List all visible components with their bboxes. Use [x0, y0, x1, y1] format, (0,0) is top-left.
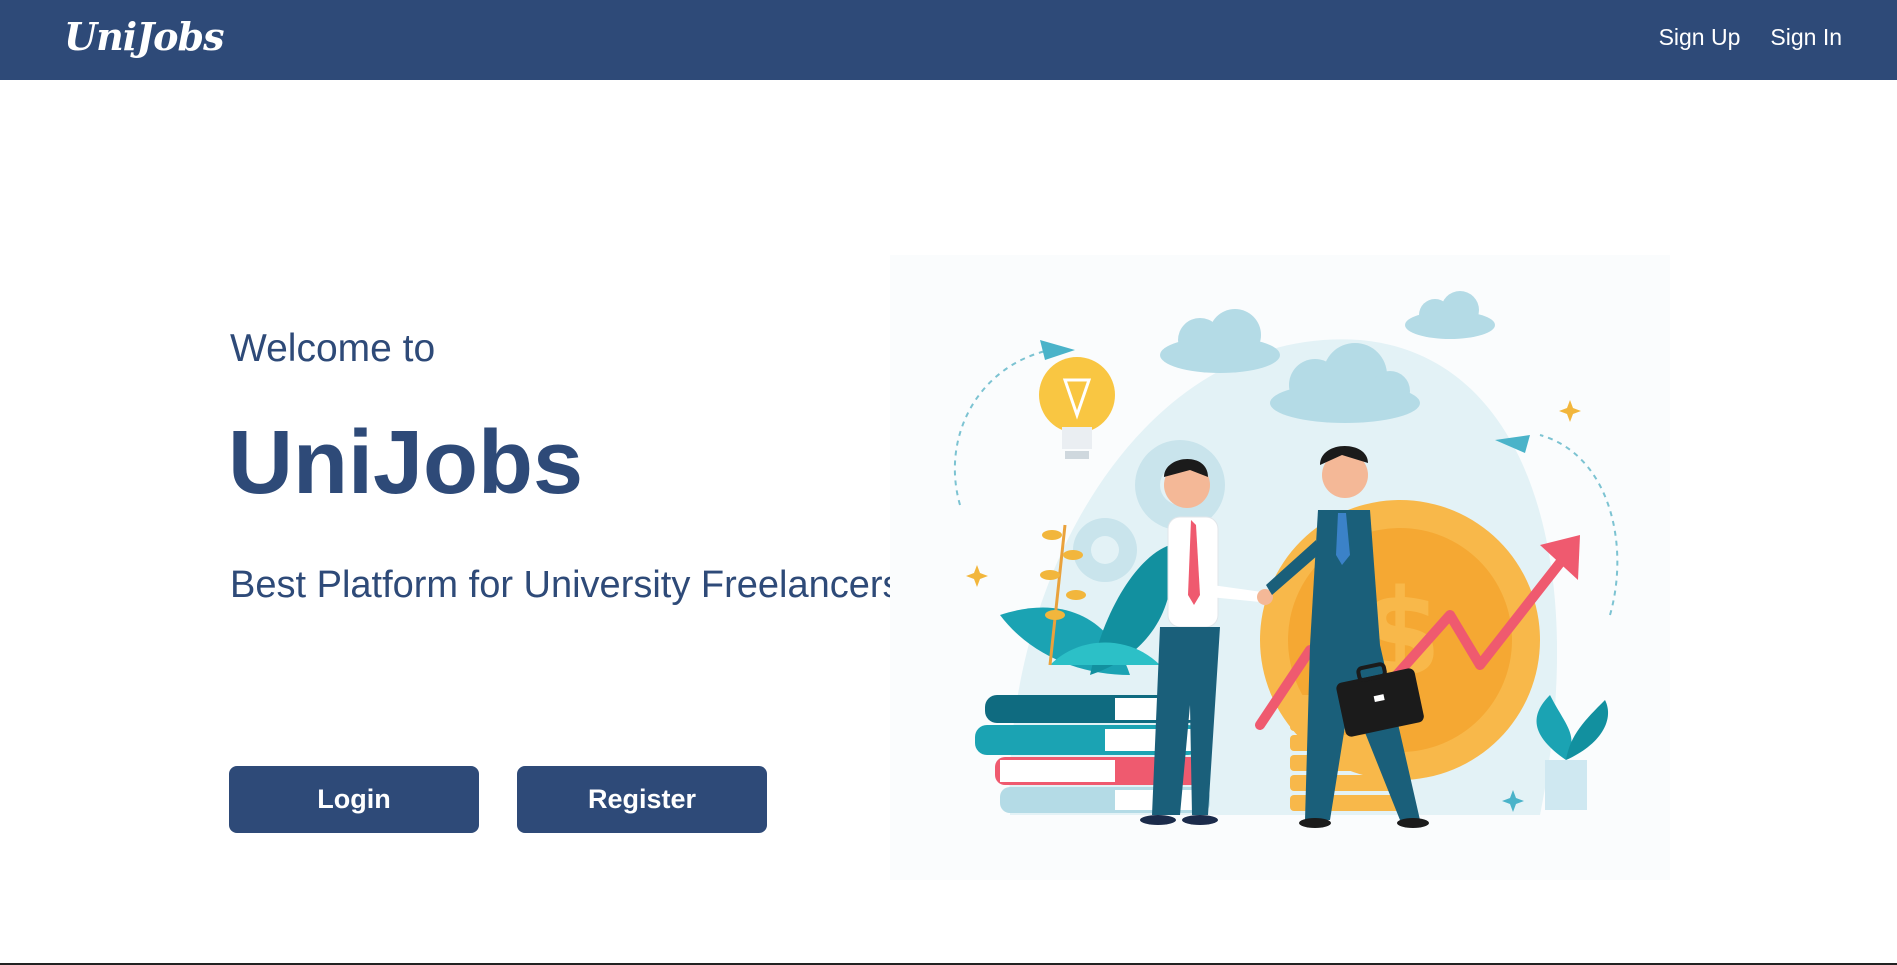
handshake-illustration: $ [890, 255, 1670, 880]
welcome-text: Welcome to [230, 327, 436, 370]
hero-title: UniJobs [228, 413, 584, 513]
top-navbar: UniJobs Sign Up Sign In [0, 0, 1897, 80]
hero-tagline: Best Platform for University Freelancers [230, 564, 902, 606]
sign-up-link[interactable]: Sign Up [1659, 24, 1741, 51]
register-button[interactable]: Register [517, 766, 767, 833]
nav-links: Sign Up Sign In [1659, 24, 1842, 51]
brand-logo[interactable]: UniJobs [64, 14, 224, 59]
login-button[interactable]: Login [229, 766, 479, 833]
sign-in-link[interactable]: Sign In [1770, 24, 1842, 51]
